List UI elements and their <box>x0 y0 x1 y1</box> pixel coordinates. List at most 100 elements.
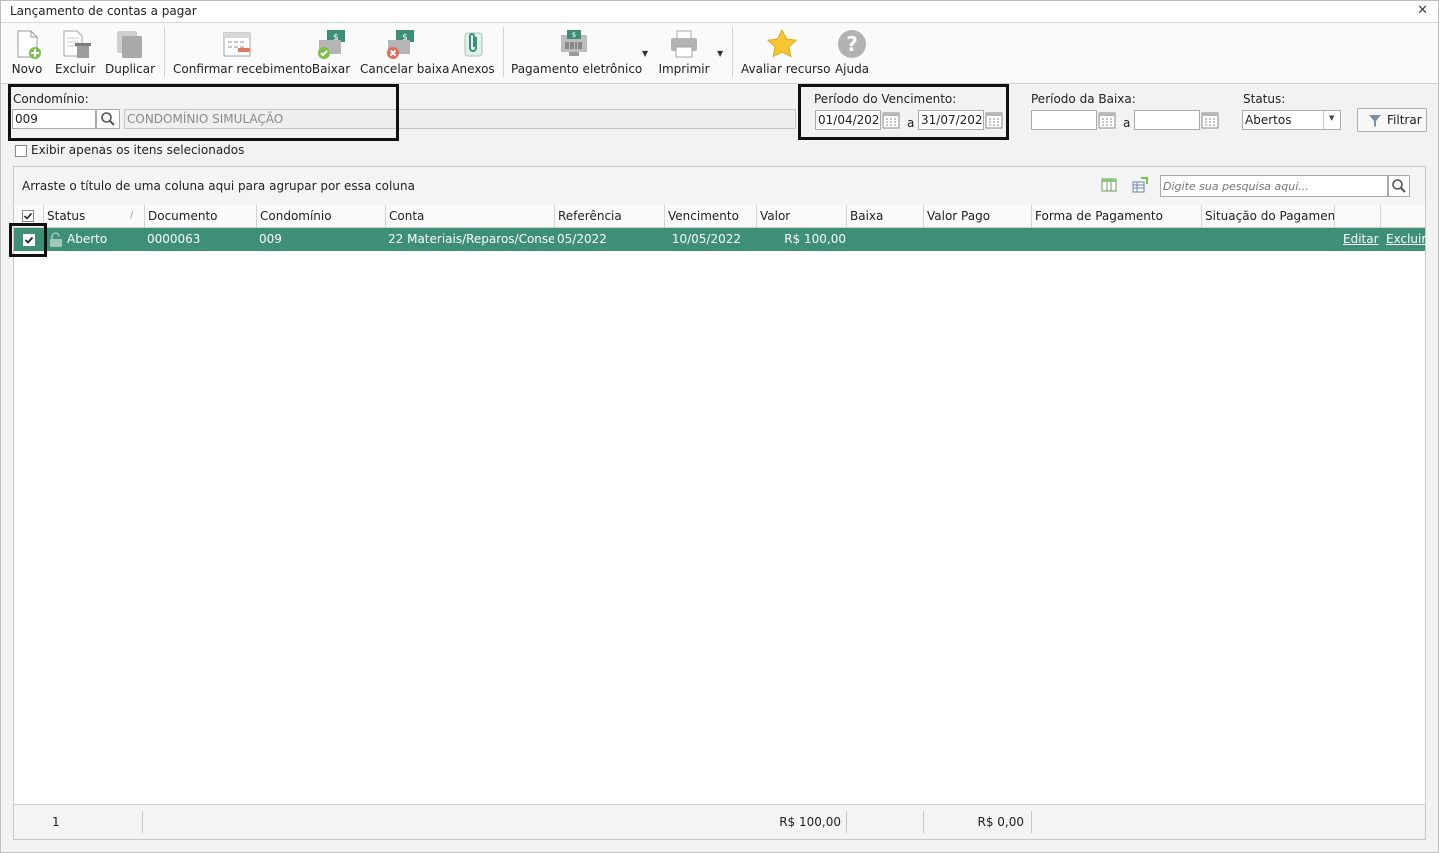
col-conta[interactable]: Conta <box>386 205 555 227</box>
col-status[interactable]: Status ∕ <box>44 205 145 227</box>
select-all-checkbox[interactable] <box>22 210 34 222</box>
condominio-highlight-box <box>8 84 399 141</box>
export-grid-icon[interactable] <box>1132 177 1148 193</box>
status-label: Status: <box>1243 92 1286 106</box>
cell-condominio: 009 <box>259 232 282 246</box>
window-title: Lançamento de contas a pagar <box>10 4 197 18</box>
svg-text:?: ? <box>846 32 858 56</box>
table-row[interactable]: Aberto 0000063 009 22 Materiais/Reparos/… <box>14 228 1426 251</box>
novo-label: Novo <box>11 62 43 76</box>
col-status-label: Status <box>47 209 86 223</box>
toolbar-separator <box>732 27 733 77</box>
col-referencia-label: Referência <box>558 209 622 223</box>
col-actions-delete <box>1381 205 1425 227</box>
cancelar-baixa-label: Cancelar baixa <box>360 62 450 76</box>
excluir-button[interactable]: Excluir <box>55 23 95 81</box>
money-check-icon: $ <box>318 30 345 59</box>
col-condominio-label: Condomínio <box>260 209 332 223</box>
search-icon <box>1392 179 1406 193</box>
avaliar-recurso-label: Avaliar recurso <box>741 62 831 76</box>
imprimir-dropdown-icon[interactable]: ▼ <box>717 49 723 58</box>
duplicar-label: Duplicar <box>105 62 156 76</box>
col-baixa-label: Baixa <box>850 209 884 223</box>
close-icon[interactable]: ✕ <box>1417 3 1428 18</box>
unlock-icon <box>50 232 62 247</box>
cancelar-baixa-button[interactable]: $ Cancelar baixa <box>360 23 450 81</box>
footer-divider <box>846 811 847 833</box>
status-select-value: Abertos <box>1245 113 1292 127</box>
baixa-to-input[interactable] <box>1134 110 1200 130</box>
col-documento-label: Documento <box>148 209 218 223</box>
help-icon: ? <box>838 30 866 58</box>
delete-document-icon <box>63 30 91 58</box>
group-by-area: Arraste o título de uma coluna aqui para… <box>14 167 1425 206</box>
title-bar: Lançamento de contas a pagar ✕ <box>1 1 1438 23</box>
chevron-down-icon: ▼ <box>1329 114 1335 122</box>
toolbar-separator <box>503 27 504 77</box>
star-icon <box>766 28 798 58</box>
status-dropdown-button[interactable]: ▼ <box>1323 111 1341 129</box>
cell-status: Aberto <box>67 232 108 246</box>
confirmar-recebimento-label: Confirmar recebimento <box>173 62 313 76</box>
col-situacao-pagamento[interactable]: Situação do Pagamento <box>1202 205 1335 227</box>
grid-footer: 1 R$ 100,00 R$ 0,00 <box>14 804 1425 839</box>
filtrar-label: Filtrar <box>1387 113 1422 127</box>
checkmark-icon <box>23 212 33 220</box>
ajuda-button[interactable]: ? Ajuda <box>833 23 871 81</box>
footer-divider <box>1031 811 1032 833</box>
cell-conta: 22 Materiais/Reparos/Consert... <box>388 232 554 246</box>
baixar-label: Baixar <box>311 62 351 76</box>
pagamento-eletronico-button[interactable]: $ Pagamento eletrônico <box>511 23 643 81</box>
duplicate-icon <box>117 31 142 58</box>
only-selected-checkbox[interactable] <box>15 145 27 157</box>
confirmar-recebimento-button[interactable]: Confirmar recebimento <box>173 23 313 81</box>
col-valor-pago[interactable]: Valor Pago <box>924 205 1032 227</box>
pagamento-eletronico-label: Pagamento eletrônico <box>511 62 643 76</box>
delete-link[interactable]: Excluir <box>1386 228 1426 251</box>
only-selected-label: Exibir apenas os itens selecionados <box>31 143 245 157</box>
grid-search-input[interactable] <box>1160 175 1388 197</box>
baixa-label: Período da Baixa: <box>1031 92 1136 106</box>
duplicar-button[interactable]: Duplicar <box>105 23 155 81</box>
col-vencimento[interactable]: Vencimento <box>665 205 757 227</box>
imprimir-label: Imprimir <box>658 62 710 76</box>
money-cancel-icon: $ <box>387 30 414 59</box>
col-documento[interactable]: Documento <box>145 205 257 227</box>
col-referencia[interactable]: Referência <box>555 205 665 227</box>
novo-button[interactable]: Novo <box>7 23 47 81</box>
baixa-from-input[interactable] <box>1031 110 1097 130</box>
col-condominio[interactable]: Condomínio <box>257 205 386 227</box>
barcode-payment-icon: $ <box>561 30 587 56</box>
grid-search-button[interactable] <box>1388 175 1410 197</box>
col-baixa[interactable]: Baixa <box>847 205 924 227</box>
footer-count: 1 <box>52 815 60 829</box>
calendar-confirm-icon <box>223 32 251 57</box>
printer-icon <box>671 30 697 58</box>
vencimento-highlight-box <box>798 84 1009 140</box>
excluir-label: Excluir <box>55 62 96 76</box>
footer-divider <box>142 811 143 833</box>
col-valor[interactable]: Valor <box>757 205 847 227</box>
col-valor-label: Valor <box>760 209 791 223</box>
anexos-label: Anexos <box>451 62 495 76</box>
imprimir-button[interactable]: Imprimir <box>657 23 711 81</box>
footer-total-pago: R$ 0,00 <box>977 815 1024 829</box>
col-forma-pagamento-label: Forma de Pagamento <box>1035 209 1163 223</box>
col-actions-edit <box>1335 205 1381 227</box>
pagamento-eletronico-dropdown-icon[interactable]: ▼ <box>642 49 648 58</box>
cell-referencia: 05/2022 <box>557 232 607 246</box>
filtrar-button[interactable]: Filtrar <box>1357 108 1427 132</box>
col-forma-pagamento[interactable]: Forma de Pagamento <box>1032 205 1202 227</box>
toolbar-separator <box>164 27 165 77</box>
edit-link[interactable]: Editar <box>1343 228 1379 251</box>
toolbar: Novo Excluir Duplicar Confirmar recebime… <box>1 23 1438 84</box>
col-conta-label: Conta <box>389 209 425 223</box>
calendar-icon[interactable] <box>1201 111 1219 129</box>
column-chooser-icon[interactable] <box>1101 177 1117 193</box>
anexos-button[interactable]: Anexos <box>450 23 496 81</box>
baixar-button[interactable]: $ Baixar <box>311 23 351 81</box>
avaliar-recurso-button[interactable]: Avaliar recurso <box>741 23 831 81</box>
cell-valor: R$ 100,00 <box>784 232 846 246</box>
calendar-icon[interactable] <box>1098 111 1116 129</box>
row-checkbox-highlight-box <box>9 223 47 257</box>
